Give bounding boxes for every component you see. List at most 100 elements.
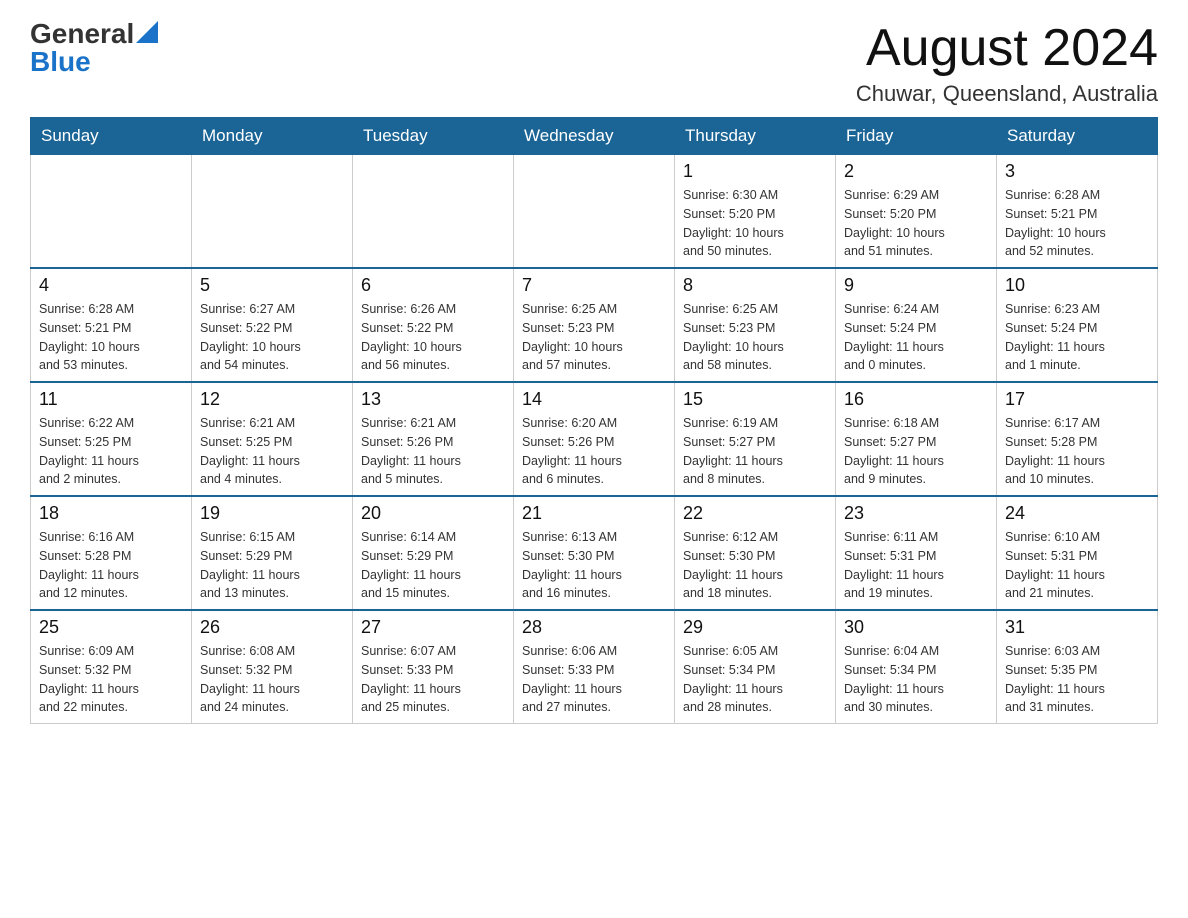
day-number: 7 (522, 275, 666, 296)
day-info: Sunrise: 6:23 AMSunset: 5:24 PMDaylight:… (1005, 300, 1149, 375)
day-info: Sunrise: 6:29 AMSunset: 5:20 PMDaylight:… (844, 186, 988, 261)
calendar-header-thursday: Thursday (675, 118, 836, 155)
calendar-cell: 14 Sunrise: 6:20 AMSunset: 5:26 PMDayligh… (514, 382, 675, 496)
day-info: Sunrise: 6:09 AMSunset: 5:32 PMDaylight:… (39, 642, 183, 717)
day-info: Sunrise: 6:17 AMSunset: 5:28 PMDaylight:… (1005, 414, 1149, 489)
calendar-cell: 3 Sunrise: 6:28 AMSunset: 5:21 PMDaylight… (997, 155, 1158, 269)
calendar-cell: 12 Sunrise: 6:21 AMSunset: 5:25 PMDayligh… (192, 382, 353, 496)
calendar-week-row: 4 Sunrise: 6:28 AMSunset: 5:21 PMDaylight… (31, 268, 1158, 382)
calendar-cell (353, 155, 514, 269)
day-number: 22 (683, 503, 827, 524)
day-number: 3 (1005, 161, 1149, 182)
calendar-cell: 7 Sunrise: 6:25 AMSunset: 5:23 PMDaylight… (514, 268, 675, 382)
day-info: Sunrise: 6:07 AMSunset: 5:33 PMDaylight:… (361, 642, 505, 717)
day-info: Sunrise: 6:22 AMSunset: 5:25 PMDaylight:… (39, 414, 183, 489)
day-number: 19 (200, 503, 344, 524)
day-number: 15 (683, 389, 827, 410)
day-info: Sunrise: 6:13 AMSunset: 5:30 PMDaylight:… (522, 528, 666, 603)
calendar-cell: 26 Sunrise: 6:08 AMSunset: 5:32 PMDayligh… (192, 610, 353, 724)
day-number: 9 (844, 275, 988, 296)
day-number: 6 (361, 275, 505, 296)
day-number: 5 (200, 275, 344, 296)
calendar-header-row: SundayMondayTuesdayWednesdayThursdayFrid… (31, 118, 1158, 155)
logo-triangle-icon (136, 21, 158, 43)
logo: General Blue (30, 20, 158, 76)
calendar-cell: 8Sunrise: 6:25 AMSunset: 5:23 PMDaylight… (675, 268, 836, 382)
day-number: 18 (39, 503, 183, 524)
calendar-cell: 1Sunrise: 6:30 AMSunset: 5:20 PMDaylight… (675, 155, 836, 269)
calendar-cell: 17 Sunrise: 6:17 AMSunset: 5:28 PMDayligh… (997, 382, 1158, 496)
calendar-week-row: 1Sunrise: 6:30 AMSunset: 5:20 PMDaylight… (31, 155, 1158, 269)
calendar-cell: 27 Sunrise: 6:07 AMSunset: 5:33 PMDayligh… (353, 610, 514, 724)
day-number: 28 (522, 617, 666, 638)
day-info: Sunrise: 6:10 AMSunset: 5:31 PMDaylight:… (1005, 528, 1149, 603)
day-number: 25 (39, 617, 183, 638)
day-number: 10 (1005, 275, 1149, 296)
day-info: Sunrise: 6:21 AMSunset: 5:26 PMDaylight:… (361, 414, 505, 489)
day-number: 31 (1005, 617, 1149, 638)
calendar-header-tuesday: Tuesday (353, 118, 514, 155)
calendar-week-row: 11 Sunrise: 6:22 AMSunset: 5:25 PMDayligh… (31, 382, 1158, 496)
day-info: Sunrise: 6:19 AMSunset: 5:27 PMDaylight:… (683, 414, 827, 489)
calendar-cell: 11 Sunrise: 6:22 AMSunset: 5:25 PMDayligh… (31, 382, 192, 496)
calendar-cell (192, 155, 353, 269)
location-subtitle: Chuwar, Queensland, Australia (856, 81, 1158, 107)
day-number: 17 (1005, 389, 1149, 410)
calendar-cell: 15 Sunrise: 6:19 AMSunset: 5:27 PMDayligh… (675, 382, 836, 496)
calendar-table: SundayMondayTuesdayWednesdayThursdayFrid… (30, 117, 1158, 724)
day-number: 21 (522, 503, 666, 524)
day-info: Sunrise: 6:25 AMSunset: 5:23 PMDaylight:… (522, 300, 666, 375)
day-number: 11 (39, 389, 183, 410)
calendar-cell: 24 Sunrise: 6:10 AMSunset: 5:31 PMDayligh… (997, 496, 1158, 610)
day-number: 14 (522, 389, 666, 410)
day-number: 24 (1005, 503, 1149, 524)
day-info: Sunrise: 6:28 AMSunset: 5:21 PMDaylight:… (39, 300, 183, 375)
calendar-cell: 28 Sunrise: 6:06 AMSunset: 5:33 PMDayligh… (514, 610, 675, 724)
logo-blue-text: Blue (30, 48, 91, 76)
calendar-cell: 22 Sunrise: 6:12 AMSunset: 5:30 PMDayligh… (675, 496, 836, 610)
day-number: 26 (200, 617, 344, 638)
day-info: Sunrise: 6:11 AMSunset: 5:31 PMDaylight:… (844, 528, 988, 603)
day-info: Sunrise: 6:28 AMSunset: 5:21 PMDaylight:… (1005, 186, 1149, 261)
day-info: Sunrise: 6:06 AMSunset: 5:33 PMDaylight:… (522, 642, 666, 717)
calendar-cell: 30Sunrise: 6:04 AMSunset: 5:34 PMDayligh… (836, 610, 997, 724)
calendar-cell: 29Sunrise: 6:05 AMSunset: 5:34 PMDayligh… (675, 610, 836, 724)
calendar-cell: 9 Sunrise: 6:24 AMSunset: 5:24 PMDaylight… (836, 268, 997, 382)
day-info: Sunrise: 6:26 AMSunset: 5:22 PMDaylight:… (361, 300, 505, 375)
calendar-cell: 31Sunrise: 6:03 AMSunset: 5:35 PMDayligh… (997, 610, 1158, 724)
calendar-cell (31, 155, 192, 269)
day-info: Sunrise: 6:24 AMSunset: 5:24 PMDaylight:… (844, 300, 988, 375)
calendar-cell: 6 Sunrise: 6:26 AMSunset: 5:22 PMDaylight… (353, 268, 514, 382)
day-info: Sunrise: 6:08 AMSunset: 5:32 PMDaylight:… (200, 642, 344, 717)
day-info: Sunrise: 6:20 AMSunset: 5:26 PMDaylight:… (522, 414, 666, 489)
day-number: 16 (844, 389, 988, 410)
day-info: Sunrise: 6:21 AMSunset: 5:25 PMDaylight:… (200, 414, 344, 489)
calendar-cell: 25 Sunrise: 6:09 AMSunset: 5:32 PMDayligh… (31, 610, 192, 724)
day-info: Sunrise: 6:12 AMSunset: 5:30 PMDaylight:… (683, 528, 827, 603)
day-number: 4 (39, 275, 183, 296)
day-number: 12 (200, 389, 344, 410)
calendar-cell: 2 Sunrise: 6:29 AMSunset: 5:20 PMDaylight… (836, 155, 997, 269)
day-number: 2 (844, 161, 988, 182)
calendar-header-monday: Monday (192, 118, 353, 155)
day-number: 8 (683, 275, 827, 296)
day-info: Sunrise: 6:30 AMSunset: 5:20 PMDaylight:… (683, 186, 827, 261)
day-info: Sunrise: 6:27 AMSunset: 5:22 PMDaylight:… (200, 300, 344, 375)
calendar-cell: 10 Sunrise: 6:23 AMSunset: 5:24 PMDayligh… (997, 268, 1158, 382)
page-header: General Blue August 2024 Chuwar, Queensl… (30, 20, 1158, 107)
day-info: Sunrise: 6:15 AMSunset: 5:29 PMDaylight:… (200, 528, 344, 603)
day-info: Sunrise: 6:16 AMSunset: 5:28 PMDaylight:… (39, 528, 183, 603)
calendar-cell: 4 Sunrise: 6:28 AMSunset: 5:21 PMDaylight… (31, 268, 192, 382)
title-block: August 2024 Chuwar, Queensland, Australi… (856, 20, 1158, 107)
day-info: Sunrise: 6:05 AMSunset: 5:34 PMDaylight:… (683, 642, 827, 717)
day-info: Sunrise: 6:18 AMSunset: 5:27 PMDaylight:… (844, 414, 988, 489)
calendar-cell: 23 Sunrise: 6:11 AMSunset: 5:31 PMDayligh… (836, 496, 997, 610)
calendar-cell: 21 Sunrise: 6:13 AMSunset: 5:30 PMDayligh… (514, 496, 675, 610)
calendar-cell: 20Sunrise: 6:14 AMSunset: 5:29 PMDayligh… (353, 496, 514, 610)
day-number: 23 (844, 503, 988, 524)
day-number: 27 (361, 617, 505, 638)
calendar-cell: 19 Sunrise: 6:15 AMSunset: 5:29 PMDayligh… (192, 496, 353, 610)
calendar-week-row: 18 Sunrise: 6:16 AMSunset: 5:28 PMDayligh… (31, 496, 1158, 610)
calendar-header-saturday: Saturday (997, 118, 1158, 155)
calendar-header-friday: Friday (836, 118, 997, 155)
